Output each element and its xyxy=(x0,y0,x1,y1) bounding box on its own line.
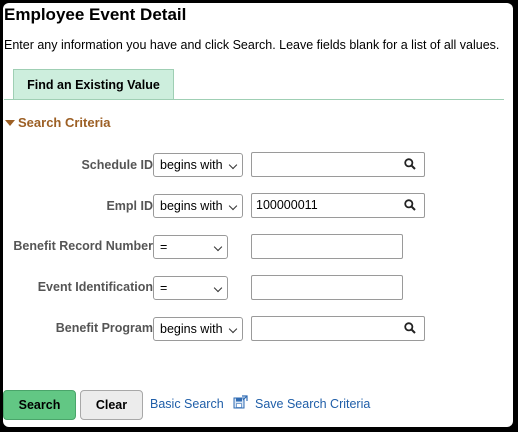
empl-id-operator-value: begins with xyxy=(160,199,223,213)
schedule-id-input[interactable] xyxy=(251,152,425,177)
schedule-id-label: Schedule ID xyxy=(81,158,153,172)
empl-id-operator[interactable]: begins with xyxy=(153,194,243,218)
triangle-down-icon xyxy=(5,119,15,126)
tab-find-existing-value[interactable]: Find an Existing Value xyxy=(13,69,174,99)
benefit-program-label: Benefit Program xyxy=(55,321,153,335)
event-identification-input[interactable] xyxy=(251,275,403,300)
save-criteria-icon[interactable] xyxy=(233,395,248,409)
benefit-program-operator-value: begins with xyxy=(160,322,223,336)
search-icon[interactable] xyxy=(404,322,416,334)
search-button[interactable]: Search xyxy=(3,390,76,420)
chevron-down-icon xyxy=(213,283,223,293)
schedule-id-operator-value: begins with xyxy=(160,158,223,172)
benefit-record-number-label: Benefit Record Number xyxy=(13,239,153,253)
basic-search-link[interactable]: Basic Search xyxy=(150,397,224,411)
benefit-program-input[interactable] xyxy=(251,316,425,341)
benefit-record-number-operator[interactable]: = xyxy=(153,235,228,259)
search-icon[interactable] xyxy=(404,199,416,211)
chevron-down-icon xyxy=(228,160,238,170)
instructions-text: Enter any information you have and click… xyxy=(4,38,500,52)
event-identification-operator-value: = xyxy=(160,281,168,295)
event-identification-operator[interactable]: = xyxy=(153,276,228,300)
benefit-record-number-operator-value: = xyxy=(160,240,168,254)
page-title: Employee Event Detail xyxy=(4,5,187,24)
empl-id-label: Empl ID xyxy=(106,199,153,213)
chevron-down-icon xyxy=(228,324,238,334)
clear-button[interactable]: Clear xyxy=(80,390,143,420)
benefit-program-operator[interactable]: begins with xyxy=(153,317,243,341)
empl-id-value: 100000011 xyxy=(256,198,318,212)
chevron-down-icon xyxy=(228,201,238,211)
event-identification-label: Event Identification xyxy=(37,280,153,294)
save-search-criteria-link[interactable]: Save Search Criteria xyxy=(255,397,370,411)
search-icon[interactable] xyxy=(404,158,416,170)
chevron-down-icon xyxy=(213,242,223,252)
search-criteria-header[interactable]: Search Criteria xyxy=(5,115,111,130)
tab-divider xyxy=(4,99,504,100)
benefit-record-number-input[interactable] xyxy=(251,234,403,259)
section-title: Search Criteria xyxy=(18,115,111,130)
empl-id-input[interactable]: 100000011 xyxy=(251,193,425,218)
schedule-id-operator[interactable]: begins with xyxy=(153,153,243,177)
